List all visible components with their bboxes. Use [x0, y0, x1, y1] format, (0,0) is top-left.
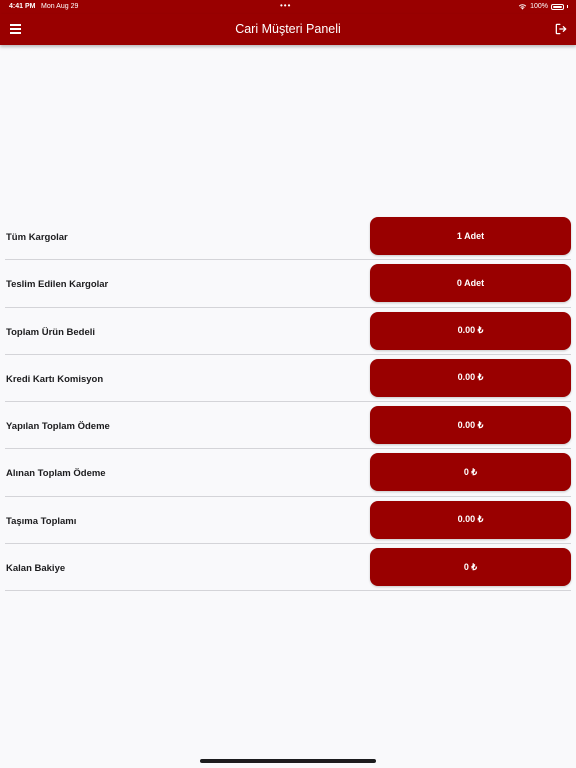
battery-percent: 100%: [530, 3, 548, 10]
nav-bar: Cari Müşteri Paneli: [0, 14, 576, 45]
page-title: Cari Müşteri Paneli: [235, 22, 341, 36]
home-indicator[interactable]: [200, 759, 376, 763]
value-button[interactable]: 0.00 ₺: [370, 358, 571, 397]
value-button[interactable]: 0 Adet: [370, 264, 571, 303]
status-indicators: 100%: [518, 3, 568, 10]
list-item-credit-card-commission: Kredi Kartı Komisyon 0.00 ₺: [0, 355, 576, 403]
value-button[interactable]: 0.00 ₺: [370, 406, 571, 445]
row-label: Toplam Ürün Bedeli: [6, 326, 96, 338]
row-label: Kredi Kartı Komisyon: [6, 373, 104, 385]
row-label: Yapılan Toplam Ödeme: [6, 421, 110, 433]
list-item-remaining-balance: Kalan Bakiye 0 ₺: [0, 544, 576, 592]
row-label: Alınan Toplam Ödeme: [6, 468, 106, 480]
battery-tip: [567, 5, 568, 8]
value-button[interactable]: 1 Adet: [370, 217, 571, 255]
value-button[interactable]: 0.00 ₺: [370, 311, 571, 350]
status-time: 4:41 PM: [9, 3, 36, 10]
wifi-icon: [518, 4, 527, 10]
status-bar: 4:41 PM Mon Aug 29 ••• 100%: [0, 0, 576, 14]
list-item-total-payment-received: Alınan Toplam Ödeme 0 ₺: [0, 449, 576, 497]
row-label: Kalan Bakiye: [6, 563, 66, 575]
summary-list: Tüm Kargolar 1 Adet Teslim Edilen Kargol…: [0, 213, 576, 592]
row-label: Tüm Kargolar: [6, 232, 68, 243]
value-button[interactable]: 0 ₺: [370, 453, 571, 492]
list-item-delivered-cargo: Teslim Edilen Kargolar 0 Adet: [0, 260, 576, 308]
logout-icon[interactable]: [554, 22, 568, 36]
list-item-shipping-total: Taşıma Toplamı 0.00 ₺: [0, 497, 576, 545]
row-label: Taşıma Toplamı: [6, 515, 77, 527]
value-button[interactable]: 0 ₺: [370, 548, 571, 587]
list-item-all-cargo: Tüm Kargolar 1 Adet: [0, 213, 576, 261]
value-button[interactable]: 0.00 ₺: [370, 500, 571, 539]
list-item-total-product-cost: Toplam Ürün Bedeli 0.00 ₺: [0, 308, 576, 355]
divider: [5, 590, 571, 592]
status-date: Mon Aug 29: [41, 3, 79, 10]
row-label: Teslim Edilen Kargolar: [6, 279, 109, 291]
list-item-total-payment-made: Yapılan Toplam Ödeme 0.00 ₺: [0, 402, 576, 450]
battery-icon: [551, 3, 564, 10]
multitasking-dots[interactable]: •••: [280, 1, 291, 10]
